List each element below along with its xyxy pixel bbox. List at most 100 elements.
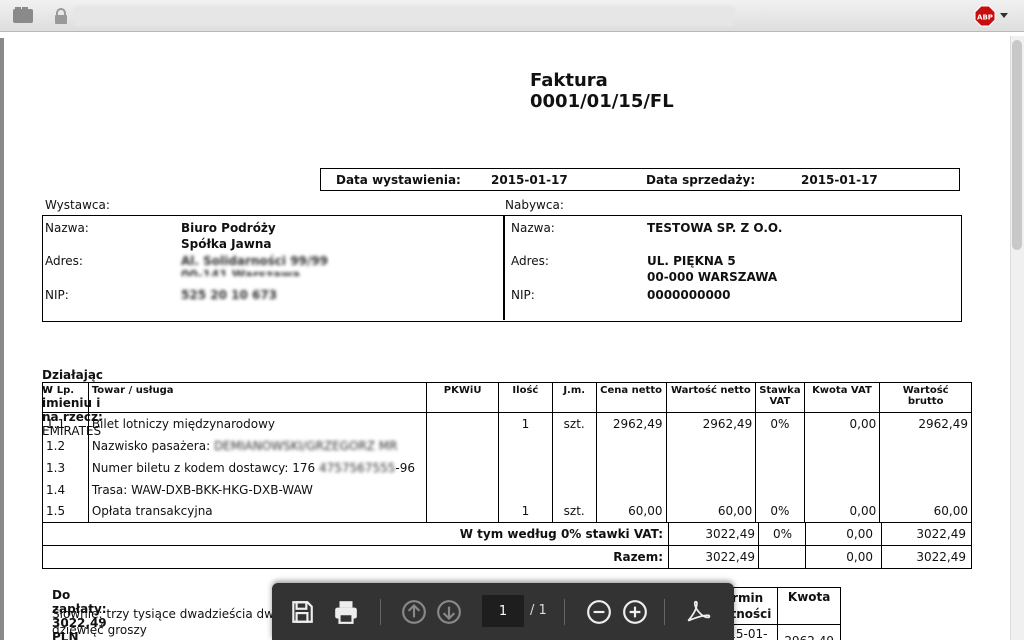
row-vat-amount [803, 478, 881, 501]
vat-summary-rate: 0% [773, 527, 793, 541]
vat-summary-net: 3022,49 [705, 527, 755, 541]
amount-in-words-line1: Słownie: trzy tysiące dwadzieścia dwa [52, 607, 272, 621]
row-item: Trasa: WAW-DXB-BKK-HKG-DXB-WAW [87, 478, 428, 501]
invoice-title: Faktura 0001/01/15/FL [530, 70, 674, 112]
toolbar-separator [380, 599, 381, 625]
buyer-heading: Nabywca: [505, 198, 564, 212]
row-gross: 60,00 [879, 500, 972, 523]
col-net-value: Wartość netto [665, 382, 757, 413]
row-lp: 1.3 [42, 456, 89, 479]
row-gross [879, 456, 972, 479]
table-row: 1.3 Numer biletu z kodem dostawcy: 176 4… [42, 456, 972, 479]
parties-divider [503, 216, 505, 320]
row-net-value [665, 456, 757, 479]
arrow-down-icon [437, 600, 461, 624]
zoom-in-button[interactable] [621, 598, 649, 626]
row-qty [497, 478, 553, 501]
row-lp: 1.5 [42, 500, 89, 523]
print-button[interactable] [332, 598, 360, 626]
sale-date-value: 2015-01-17 [801, 173, 878, 187]
row-qty: 1 [497, 500, 553, 523]
parties-box: Nazwa: Biuro Podróży Spółka Jawna Adres:… [42, 215, 962, 322]
row-item-suffix: -96 [395, 460, 415, 475]
buyer-address-line1: UL. PIĘKNA 5 [647, 254, 736, 268]
open-in-acrobat-button[interactable] [684, 598, 712, 626]
sale-date-label: Data sprzedaży: [646, 173, 756, 187]
vat-summary-gross: 3022,49 [916, 527, 966, 541]
row-vat-rate [755, 434, 805, 457]
dates-box: Data wystawienia: 2015-01-17 Data sprzed… [320, 168, 960, 191]
row-item-text: Numer biletu z kodem dostawcy: 176 [91, 460, 316, 475]
row-net-price [595, 456, 667, 479]
amount-value: 2962,49 [777, 624, 841, 640]
row-qty [497, 456, 553, 479]
row-lp: 1.4 [42, 478, 89, 501]
previous-page-button[interactable] [400, 598, 428, 626]
issue-date-value: 2015-01-17 [491, 173, 568, 187]
amount-in-words: Słownie: trzy tysiące dwadzieścia dwa dz… [52, 606, 292, 638]
total-vat: 0,00 [846, 550, 873, 564]
lock-icon [55, 8, 67, 24]
pdf-toolbar: / 1 [272, 583, 734, 640]
page-icon[interactable] [12, 6, 34, 24]
row-gross [879, 478, 972, 501]
zoom-out-button[interactable] [585, 598, 613, 626]
col-vat-rate: Stawka VAT [755, 382, 805, 413]
row-unit [551, 456, 597, 479]
table-header-row: Lp. Towar / usługa PKWiU Ilość J.m. Cena… [42, 382, 972, 413]
row-net-price [595, 434, 667, 457]
buyer-address-line2: 00-000 WARSZAWA [647, 270, 778, 284]
buyer-name-value: TESTOWA SP. Z O.O. [647, 221, 783, 235]
seller-heading: Wystawca: [45, 198, 110, 212]
chevron-down-icon[interactable] [1000, 13, 1008, 18]
row-vat-amount: 0,00 [803, 500, 881, 523]
row-qty [497, 434, 553, 457]
seller-address-line2: 00-141 Warszawa [181, 268, 301, 276]
items-table: Lp. Towar / usługa PKWiU Ilość J.m. Cena… [42, 382, 972, 523]
row-lp: 1.1 [42, 412, 89, 435]
seller-name-label: Nazwa: [45, 221, 89, 235]
page-number-input[interactable] [482, 595, 524, 627]
address-bar[interactable] [74, 6, 734, 26]
adblock-label: ABP [977, 14, 993, 22]
total-gross: 3022,49 [916, 550, 966, 564]
row-vat-amount: 0,00 [803, 412, 881, 435]
col-gross: Wartość brutto [879, 382, 972, 413]
col-net-price: Cena netto [595, 382, 667, 413]
row-unit: szt. [551, 500, 597, 523]
toolbar-separator [564, 599, 565, 625]
acrobat-icon [687, 600, 711, 622]
vat-summary-vat: 0,00 [846, 527, 873, 541]
save-button[interactable] [288, 598, 316, 626]
row-unit: szt. [551, 412, 597, 435]
row-net-value: 60,00 [665, 500, 757, 523]
col-lp: Lp. [42, 382, 89, 413]
row-unit [551, 434, 597, 457]
arrow-up-icon [402, 600, 426, 624]
row-net-price [595, 478, 667, 501]
row-vat-amount [803, 456, 881, 479]
zoom-out-icon [587, 600, 611, 624]
row-item: Opłata transakcyjna [87, 500, 428, 523]
adblock-icon[interactable]: ABP [974, 5, 996, 27]
page-total: / 1 [530, 603, 547, 618]
row-item-text: Nazwisko pasażera: [91, 438, 211, 453]
row-vat-amount [803, 434, 881, 457]
row-net-value [665, 434, 757, 457]
row-net-price: 2962,49 [595, 412, 667, 435]
row-item-redacted: DEMIANOWSKI/GRZEGORZ MR [213, 438, 398, 453]
row-net-price: 60,00 [595, 500, 667, 523]
vat-summary-label: W tym według 0% stawki VAT: [459, 527, 663, 541]
table-row: 1.4 Trasa: WAW-DXB-BKK-HKG-DXB-WAW [42, 478, 972, 501]
vat-summary-row: W tym według 0% stawki VAT: 3022,49 0% 0… [42, 523, 972, 546]
table-row: 1.1 Bilet lotniczy międzynarodowy 1 szt.… [42, 412, 972, 435]
row-net-value: 2962,49 [665, 412, 757, 435]
amount-in-words-line2: dziewięć groszy [52, 623, 147, 637]
row-qty: 1 [497, 412, 553, 435]
row-unit [551, 478, 597, 501]
col-vat-amount: Kwota VAT [803, 382, 881, 413]
save-icon [292, 601, 313, 623]
row-gross: 2962,49 [879, 412, 972, 435]
scrollbar-thumb[interactable] [1012, 40, 1022, 250]
next-page-button[interactable] [435, 598, 463, 626]
